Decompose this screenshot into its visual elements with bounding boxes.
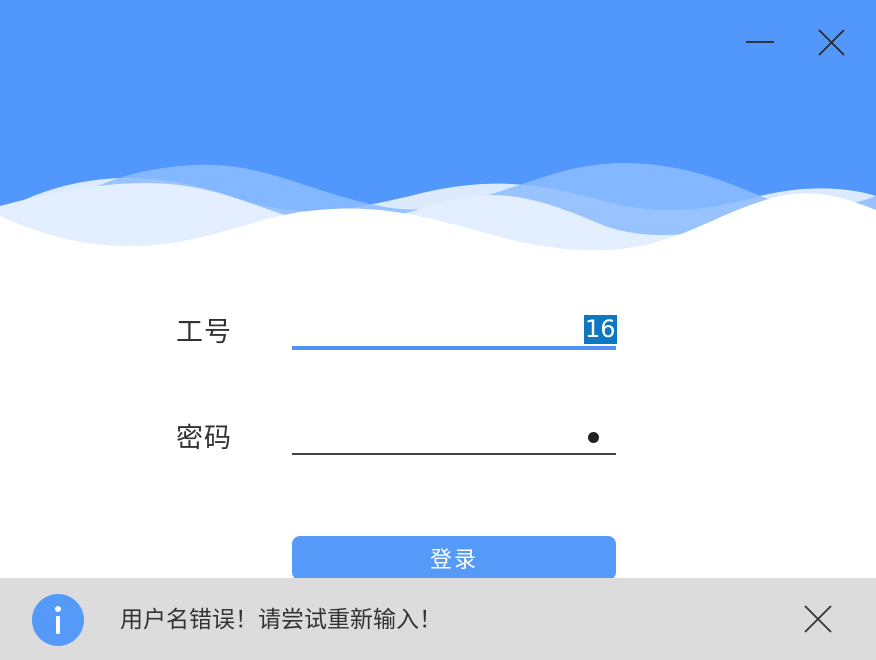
employee-id-row: 工号 16: [0, 300, 876, 360]
minimize-icon: [746, 41, 774, 43]
employee-id-underline: [292, 346, 616, 350]
login-window: 工号 16 密码 登录 用户名错误！请尝试重新输入！: [0, 0, 876, 660]
employee-id-input[interactable]: 16: [292, 306, 617, 346]
notification-close-button[interactable]: [799, 600, 837, 638]
login-button[interactable]: 登录: [292, 536, 616, 580]
info-icon: [32, 594, 84, 646]
password-input[interactable]: [292, 412, 616, 452]
password-row: 密码: [0, 406, 876, 466]
close-button[interactable]: [811, 22, 851, 62]
employee-id-value: 16: [584, 315, 617, 344]
notification-message: 用户名错误！请尝试重新输入！: [120, 607, 442, 633]
minimize-button[interactable]: [740, 22, 780, 62]
notification-bar: 用户名错误！请尝试重新输入！: [0, 578, 876, 660]
password-label: 密码: [176, 423, 232, 454]
header-banner: [0, 0, 876, 260]
employee-id-label: 工号: [176, 317, 232, 348]
password-underline: [292, 453, 616, 455]
password-mask-dot: [588, 432, 599, 443]
close-icon: [818, 29, 845, 56]
close-icon: [804, 605, 832, 633]
